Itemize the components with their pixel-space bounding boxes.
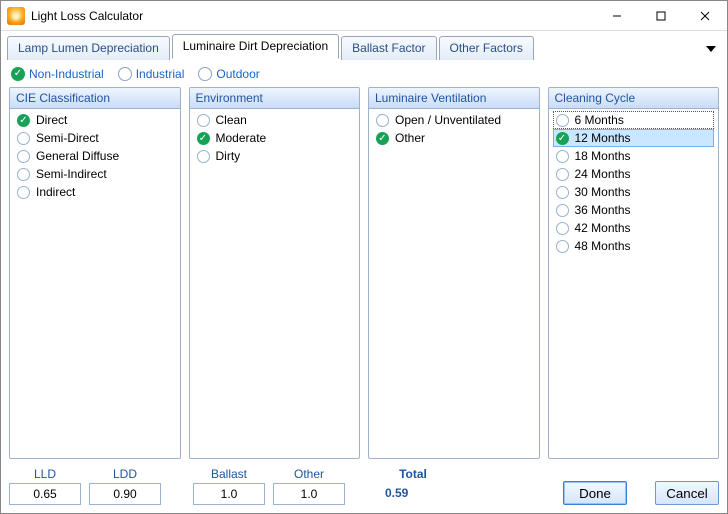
ldd-input[interactable]: [89, 483, 161, 505]
option-label: Dirty: [216, 149, 241, 163]
panel-header: CIE Classification: [10, 88, 180, 109]
panel-luminaire-ventilation: Luminaire Ventilation Open / Unventilate…: [368, 87, 540, 459]
option-env-clean[interactable]: Clean: [194, 111, 356, 129]
radio-unchecked-icon: [17, 168, 30, 181]
radio-checked-icon: ✓: [197, 132, 210, 145]
radio-unchecked-icon: [556, 204, 569, 217]
mode-industrial[interactable]: Industrial: [118, 67, 185, 81]
option-label: General Diffuse: [36, 149, 119, 163]
other-input[interactable]: [273, 483, 345, 505]
tab-lamp-lumen-depreciation[interactable]: Lamp Lumen Depreciation: [7, 36, 170, 60]
close-button[interactable]: [683, 1, 727, 31]
done-button[interactable]: Done: [563, 481, 627, 505]
option-label: Clean: [216, 113, 247, 127]
panel-cie-classification: CIE Classification ✓ Direct Semi-Direct G…: [9, 87, 181, 459]
tab-overflow-dropdown[interactable]: [701, 39, 721, 59]
lld-label: LLD: [32, 467, 58, 481]
option-label: Semi-Indirect: [36, 167, 107, 181]
option-label: 42 Months: [575, 221, 631, 235]
total-value: 0.59: [377, 483, 449, 505]
ballast-input[interactable]: [193, 483, 265, 505]
radio-unchecked-icon: [17, 150, 30, 163]
mode-non-industrial[interactable]: ✓ Non-Industrial: [11, 67, 104, 81]
option-label: Moderate: [216, 131, 267, 145]
option-env-dirty[interactable]: Dirty: [194, 147, 356, 165]
option-label: Other: [395, 131, 425, 145]
option-clean-18-months[interactable]: 18 Months: [553, 147, 715, 165]
window-title: Light Loss Calculator: [31, 9, 595, 23]
mode-label: Non-Industrial: [29, 67, 104, 81]
lld-input[interactable]: [9, 483, 81, 505]
titlebar: Light Loss Calculator: [1, 1, 727, 31]
footer: LLD LDD Ballast Other Total 0.59 Done Ca…: [1, 463, 727, 513]
option-label: 36 Months: [575, 203, 631, 217]
other-label: Other: [292, 467, 326, 481]
option-clean-24-months[interactable]: 24 Months: [553, 165, 715, 183]
panel-header: Luminaire Ventilation: [369, 88, 539, 109]
tab-other-factors[interactable]: Other Factors: [439, 36, 534, 60]
mode-outdoor[interactable]: Outdoor: [198, 67, 259, 81]
option-vent-other[interactable]: ✓ Other: [373, 129, 535, 147]
maximize-button[interactable]: [639, 1, 683, 31]
radio-unchecked-icon: [556, 240, 569, 253]
tab-bar: Lamp Lumen Depreciation Luminaire Dirt D…: [1, 31, 727, 59]
option-label: 24 Months: [575, 167, 631, 181]
mode-label: Industrial: [136, 67, 185, 81]
mode-row: ✓ Non-Industrial Industrial Outdoor: [9, 65, 719, 87]
option-env-moderate[interactable]: ✓ Moderate: [194, 129, 356, 147]
radio-unchecked-icon: [556, 186, 569, 199]
option-cie-indirect[interactable]: Indirect: [14, 183, 176, 201]
radio-unchecked-icon: [556, 168, 569, 181]
radio-unchecked-icon: [198, 67, 212, 81]
option-clean-48-months[interactable]: 48 Months: [553, 237, 715, 255]
option-label: 18 Months: [575, 149, 631, 163]
panel-header: Environment: [190, 88, 360, 109]
option-clean-42-months[interactable]: 42 Months: [553, 219, 715, 237]
cancel-button[interactable]: Cancel: [655, 481, 719, 505]
option-clean-12-months[interactable]: ✓ 12 Months: [553, 129, 715, 147]
radio-unchecked-icon: [556, 114, 569, 127]
minimize-button[interactable]: [595, 1, 639, 31]
radio-unchecked-icon: [556, 150, 569, 163]
option-cie-semi-direct[interactable]: Semi-Direct: [14, 129, 176, 147]
tab-luminaire-dirt-depreciation[interactable]: Luminaire Dirt Depreciation: [172, 34, 339, 59]
option-clean-30-months[interactable]: 30 Months: [553, 183, 715, 201]
radio-unchecked-icon: [17, 132, 30, 145]
option-vent-open-unventilated[interactable]: Open / Unventilated: [373, 111, 535, 129]
option-label: Indirect: [36, 185, 75, 199]
radio-unchecked-icon: [556, 222, 569, 235]
ballast-label: Ballast: [209, 467, 249, 481]
option-cie-direct[interactable]: ✓ Direct: [14, 111, 176, 129]
radio-unchecked-icon: [197, 150, 210, 163]
option-label: Semi-Direct: [36, 131, 99, 145]
radio-checked-icon: ✓: [556, 132, 569, 145]
total-label: Total: [397, 467, 429, 481]
option-label: Direct: [36, 113, 67, 127]
option-cie-general-diffuse[interactable]: General Diffuse: [14, 147, 176, 165]
option-clean-36-months[interactable]: 36 Months: [553, 201, 715, 219]
radio-unchecked-icon: [197, 114, 210, 127]
option-label: 12 Months: [575, 131, 631, 145]
option-cie-semi-indirect[interactable]: Semi-Indirect: [14, 165, 176, 183]
ldd-label: LDD: [111, 467, 139, 481]
panel-environment: Environment Clean ✓ Moderate Dirty: [189, 87, 361, 459]
radio-checked-icon: ✓: [17, 114, 30, 127]
option-label: Open / Unventilated: [395, 113, 501, 127]
option-clean-6-months[interactable]: 6 Months: [553, 111, 715, 129]
radio-checked-icon: ✓: [376, 132, 389, 145]
mode-label: Outdoor: [216, 67, 259, 81]
chevron-down-icon: [706, 46, 716, 52]
radio-checked-icon: ✓: [11, 67, 25, 81]
radio-unchecked-icon: [376, 114, 389, 127]
panels: CIE Classification ✓ Direct Semi-Direct G…: [9, 87, 719, 459]
app-icon: [7, 7, 25, 25]
option-label: 6 Months: [575, 113, 624, 127]
option-label: 30 Months: [575, 185, 631, 199]
tab-ballast-factor[interactable]: Ballast Factor: [341, 36, 436, 60]
radio-unchecked-icon: [118, 67, 132, 81]
radio-unchecked-icon: [17, 186, 30, 199]
panel-cleaning-cycle: Cleaning Cycle 6 Months ✓ 12 Months 18 Mo…: [548, 87, 720, 459]
panel-header: Cleaning Cycle: [549, 88, 719, 109]
option-label: 48 Months: [575, 239, 631, 253]
